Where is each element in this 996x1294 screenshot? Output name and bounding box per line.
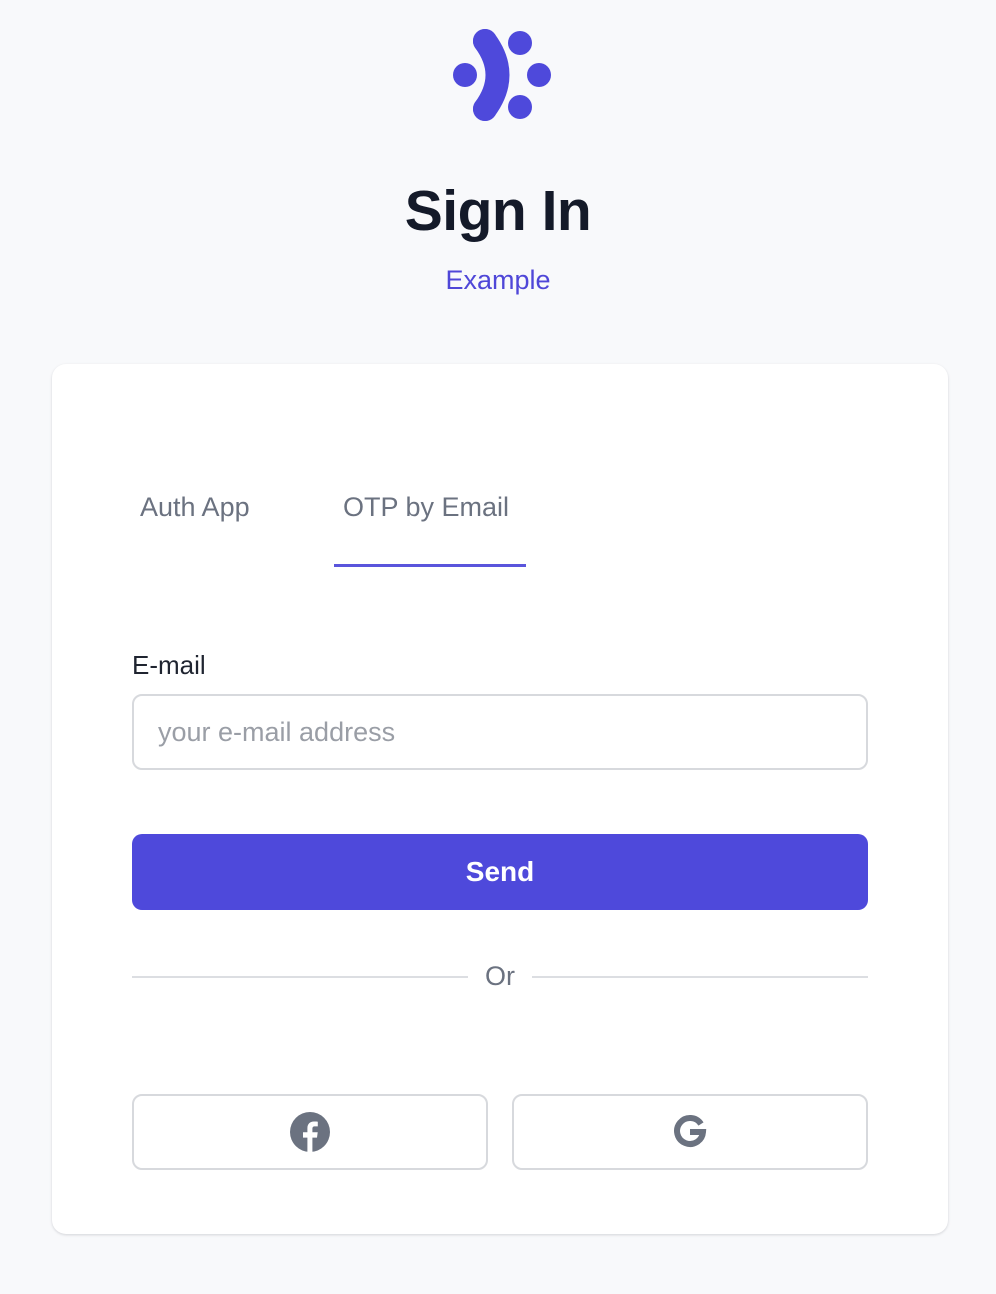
email-field[interactable] [132,694,868,770]
sign-in-card: Auth App OTP by Email E-mail Send Or [52,364,948,1234]
email-label: E-mail [132,650,206,680]
brand-logo-icon [453,29,551,121]
page-title: Sign In [404,179,592,243]
tab-otp-by-email[interactable]: OTP by Email [343,492,509,523]
divider-line-right [532,976,868,978]
google-login-button[interactable] [512,1094,868,1170]
google-icon [674,1115,707,1147]
divider-line-left [132,976,468,978]
send-button[interactable]: Send [132,834,868,910]
divider-or-text: Or [485,961,515,991]
active-tab-indicator [334,564,526,567]
sign-in-page: Sign In Example Auth App OTP by Email E-… [0,0,996,1294]
facebook-login-button[interactable] [132,1094,488,1170]
tab-auth-app[interactable]: Auth App [140,492,250,523]
subtitle-link[interactable]: Example [0,265,996,296]
facebook-icon [290,1112,330,1152]
